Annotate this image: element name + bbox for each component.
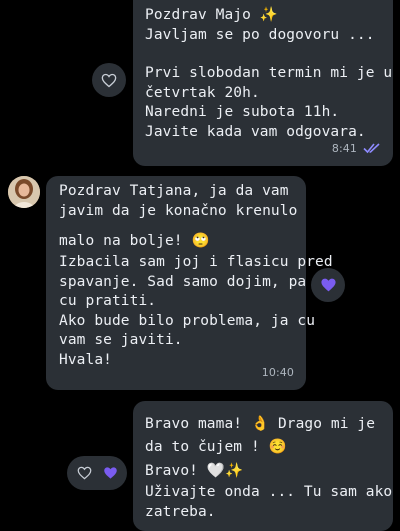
message-line: Hvala! <box>59 351 112 368</box>
double-check-icon <box>363 143 380 154</box>
message-line: da to čujem ! ☺️ <box>145 439 287 455</box>
heart-filled-icon <box>103 467 117 479</box>
avatar-photo <box>8 176 40 208</box>
message-line: javim da je konačno krenulo <box>59 202 298 219</box>
message-line: Uživajte onda ... Tu sam ako <box>145 484 393 500</box>
message-line: Bravo! 🤍✨ <box>145 463 244 479</box>
message-time: 8:41 <box>331 141 357 155</box>
message-line: vam se javiti. <box>59 332 183 348</box>
message-meta: 10:40 <box>262 363 294 383</box>
message-line: Bravo mama! 👌 Drago mi je <box>145 416 376 432</box>
message-line: Prvi slobodan termin mi je u <box>145 65 393 81</box>
message-meta: 8:41 <box>332 139 381 159</box>
message-line: Javljam se po dogovoru ... <box>145 26 375 43</box>
message-line: cu pratiti. <box>59 293 157 309</box>
message-line: Izbacila sam joj i flasicu pred <box>59 254 333 270</box>
message-line: četvrtak 20h. <box>145 84 260 101</box>
message-bubble-outgoing[interactable]: Bravo mama! 👌 Drago mi je da to čujem ! … <box>133 401 393 531</box>
heart-outline-icon <box>77 466 91 480</box>
message-bubble-outgoing[interactable]: Pozdrav Majo ✨ Javljam se po dogovoru ..… <box>133 0 393 166</box>
react-button[interactable] <box>92 63 126 97</box>
message-line: Pozdrav Tatjana, ja da vam <box>59 183 289 199</box>
message-line: malo na bolje! 🙄 <box>59 233 210 249</box>
message-line: zatreba. <box>145 503 216 520</box>
reactions-group[interactable] <box>67 456 127 490</box>
react-button[interactable] <box>311 268 345 302</box>
message-bubble-incoming[interactable]: Pozdrav Tatjana, ja da vam javim da je k… <box>46 176 333 390</box>
message-line: Pozdrav Majo ✨ <box>145 7 278 23</box>
message-time: 10:40 <box>261 365 294 379</box>
avatar[interactable] <box>8 176 40 208</box>
heart-outline-icon <box>101 73 117 87</box>
message-line: Ako bude bilo problema, ja cu <box>59 312 316 329</box>
message-line: Naredni je subota 11h. <box>145 104 340 120</box>
heart-filled-icon <box>320 278 336 292</box>
message-line: spavanje. Sad samo dojim, pa <box>59 273 307 290</box>
